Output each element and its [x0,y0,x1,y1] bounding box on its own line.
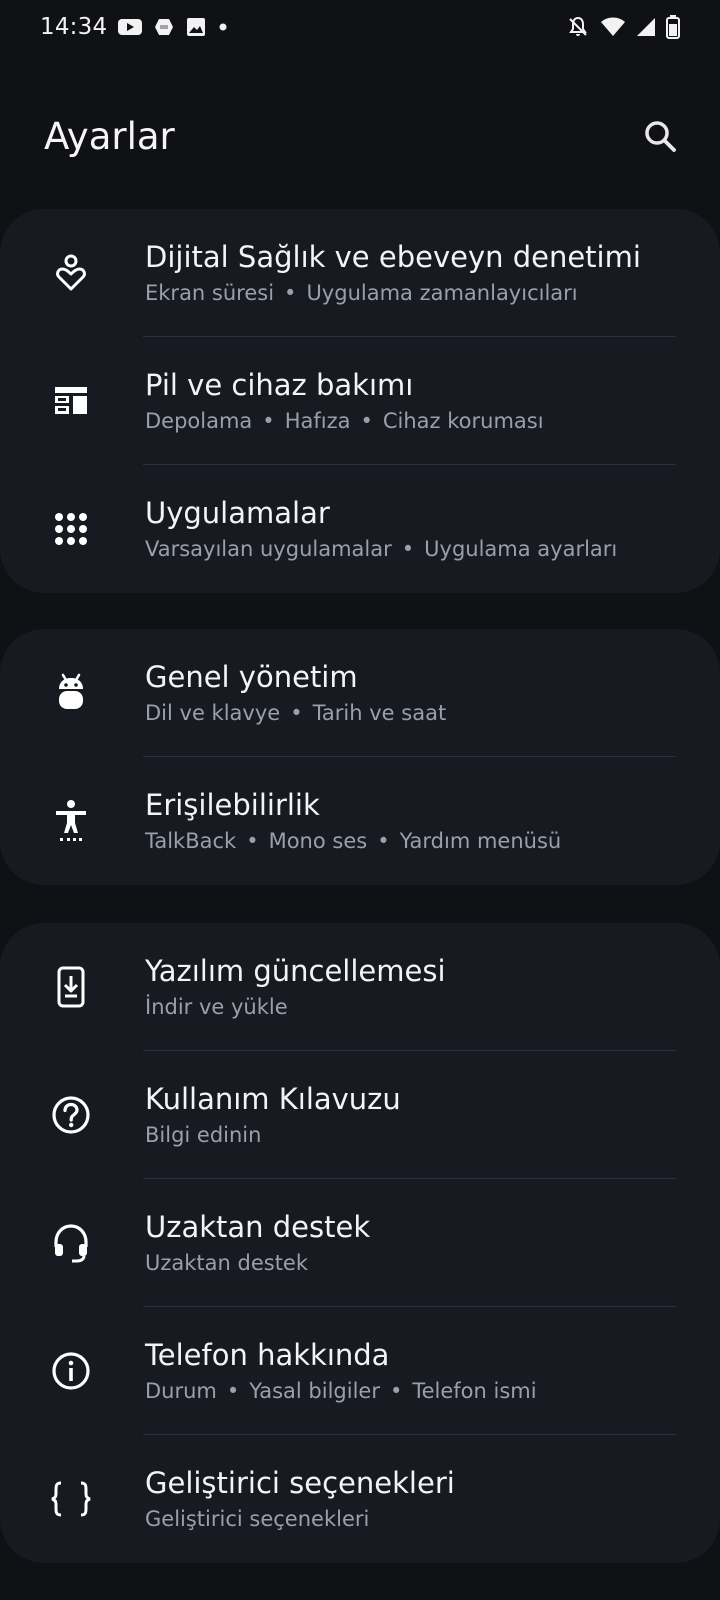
item-text: Genel yönetim Dil ve klavye • Tarih ve saa… [145,659,680,727]
accessibility-icon [47,797,95,845]
settings-item-accessibility[interactable]: Erişilebilirlik TalkBack • Mono ses • Yardım… [0,757,720,885]
subtitle-part: Mono ses [268,829,368,853]
separator-dot: • [389,1379,403,1403]
item-text: Dijital Sağlık ve ebeveyn denetimi Ekran… [145,239,680,307]
item-title: Kullanım Kılavuzu [145,1082,401,1116]
item-title: Dijital Sağlık ve ebeveyn denetimi [145,240,641,274]
digital-wellbeing-icon [47,249,95,297]
subtitle-part: Cihaz koruması [382,409,544,433]
item-subtitle: Ekran süresi • Uygulama zamanlayıcıları [145,279,680,307]
settings-item-about-phone[interactable]: Telefon hakkında Durum • Yasal bilgiler • Te… [0,1307,720,1435]
search-icon [645,121,676,152]
item-title: Genel yönetim [145,660,358,694]
battery-icon [666,15,680,39]
separator-dot: • [284,281,297,305]
image-icon [185,16,207,38]
item-text: Yazılım güncellemesi İndir ve yükle [145,953,680,1021]
settings-item-general-management[interactable]: Genel yönetim Dil ve klavye • Tarih ve saa… [0,629,720,757]
subtitle-part: Uzaktan destek [145,1251,309,1275]
subtitle-part: Bilgi edinin [145,1123,262,1147]
item-subtitle: Geliştirici seçenekleri [145,1505,680,1533]
item-subtitle: Depolama • Hafıza • Cihaz koruması [145,407,680,435]
dot-icon [217,21,229,33]
item-title: Telefon hakkında [145,1338,390,1372]
status-bar: 14:34 [0,0,720,54]
search-button[interactable] [632,108,688,164]
settings-group-3: Yazılım güncellemesi İndir ve yükle Kull… [0,923,720,1563]
item-title: Yazılım güncellemesi [145,954,446,988]
battery-care-icon [47,377,95,425]
settings-item-developer-options[interactable]: Geliştirici seçenekleri Geliştirici seçe… [0,1435,720,1563]
settings-item-software-update[interactable]: Yazılım güncellemesi İndir ve yükle [0,923,720,1051]
page-title: Ayarlar [44,114,175,158]
settings-item-digital-wellbeing[interactable]: Dijital Sağlık ve ebeveyn denetimi Ekran… [0,209,720,337]
general-management-icon [47,669,95,717]
item-subtitle: Durum • Yasal bilgiler • Telefon ismi [145,1377,680,1405]
item-title: Erişilebilirlik [145,788,320,822]
settings-item-battery-care[interactable]: Pil ve cihaz bakımı Depolama • Hafıza • Ciha… [0,337,720,465]
item-text: Uygulamalar Varsayılan uygulamalar • Uygul… [145,495,680,563]
signal-icon [636,17,656,37]
subtitle-part: İndir ve yükle [145,995,288,1019]
subtitle-part: Durum [145,1379,217,1403]
settings-item-user-manual[interactable]: Kullanım Kılavuzu Bilgi edinin [0,1051,720,1179]
settings-group-2: Genel yönetim Dil ve klavye • Tarih ve saa… [0,629,720,885]
wifi-icon [600,16,626,38]
item-text: Kullanım Kılavuzu Bilgi edinin [145,1081,680,1149]
settings-item-remote-support[interactable]: Uzaktan destek Uzaktan destek [0,1179,720,1307]
item-text: Erişilebilirlik TalkBack • Mono ses • Yardım… [145,787,680,855]
subtitle-part: Depolama [145,409,253,433]
software-update-icon [47,963,95,1011]
separator-dot: • [401,537,415,561]
status-bar-right [566,15,680,39]
settings-item-apps[interactable]: Uygulamalar Varsayılan uygulamalar • Uygul… [0,465,720,593]
item-title: Pil ve cihaz bakımı [145,368,414,402]
apps-grid-icon [47,505,95,553]
youtube-icon [117,17,143,37]
status-time: 14:34 [40,14,108,40]
item-text: Telefon hakkında Durum • Yasal bilgiler • Te… [145,1337,680,1405]
developer-braces-icon [47,1475,95,1523]
headset-icon [47,1219,95,1267]
item-title: Uzaktan destek [145,1210,371,1244]
item-text: Geliştirici seçenekleri Geliştirici seçe… [145,1465,680,1533]
separator-dot: • [360,409,373,433]
notifications-off-icon [566,15,590,39]
subtitle-part: Uygulama zamanlayıcıları [306,281,578,305]
subtitle-part: Dil ve klavye [145,701,281,725]
app-icon [153,16,175,38]
separator-dot: • [262,409,275,433]
separator-dot: • [226,1379,240,1403]
item-subtitle: Bilgi edinin [145,1121,680,1149]
subtitle-part: Ekran süresi [145,281,275,305]
item-text: Pil ve cihaz bakımı Depolama • Hafıza • Ciha… [145,367,680,435]
item-subtitle: İndir ve yükle [145,993,680,1021]
item-subtitle: Uzaktan destek [145,1249,680,1277]
item-title: Geliştirici seçenekleri [145,1466,455,1500]
subtitle-part: Yardım menüsü [399,829,562,853]
app-bar: Ayarlar [0,104,720,168]
info-icon [47,1347,95,1395]
subtitle-part: Telefon ismi [412,1379,537,1403]
subtitle-part: Yasal bilgiler [249,1379,380,1403]
item-subtitle: Dil ve klavye • Tarih ve saat [145,699,680,727]
subtitle-part: Hafıza [284,409,351,433]
subtitle-part: Geliştirici seçenekleri [145,1507,370,1531]
item-subtitle: Varsayılan uygulamalar • Uygulama ayarları [145,535,680,563]
help-icon [47,1091,95,1139]
separator-dot: • [246,829,259,853]
subtitle-part: TalkBack [145,829,237,853]
settings-group-1: Dijital Sağlık ve ebeveyn denetimi Ekran… [0,209,720,593]
item-subtitle: TalkBack • Mono ses • Yardım menüsü [145,827,680,855]
subtitle-part: Uygulama ayarları [424,537,618,561]
status-bar-left: 14:34 [40,14,229,40]
subtitle-part: Varsayılan uygulamalar [145,537,392,561]
item-title: Uygulamalar [145,496,330,530]
subtitle-part: Tarih ve saat [312,701,447,725]
separator-dot: • [377,829,390,853]
separator-dot: • [290,701,303,725]
item-text: Uzaktan destek Uzaktan destek [145,1209,680,1277]
